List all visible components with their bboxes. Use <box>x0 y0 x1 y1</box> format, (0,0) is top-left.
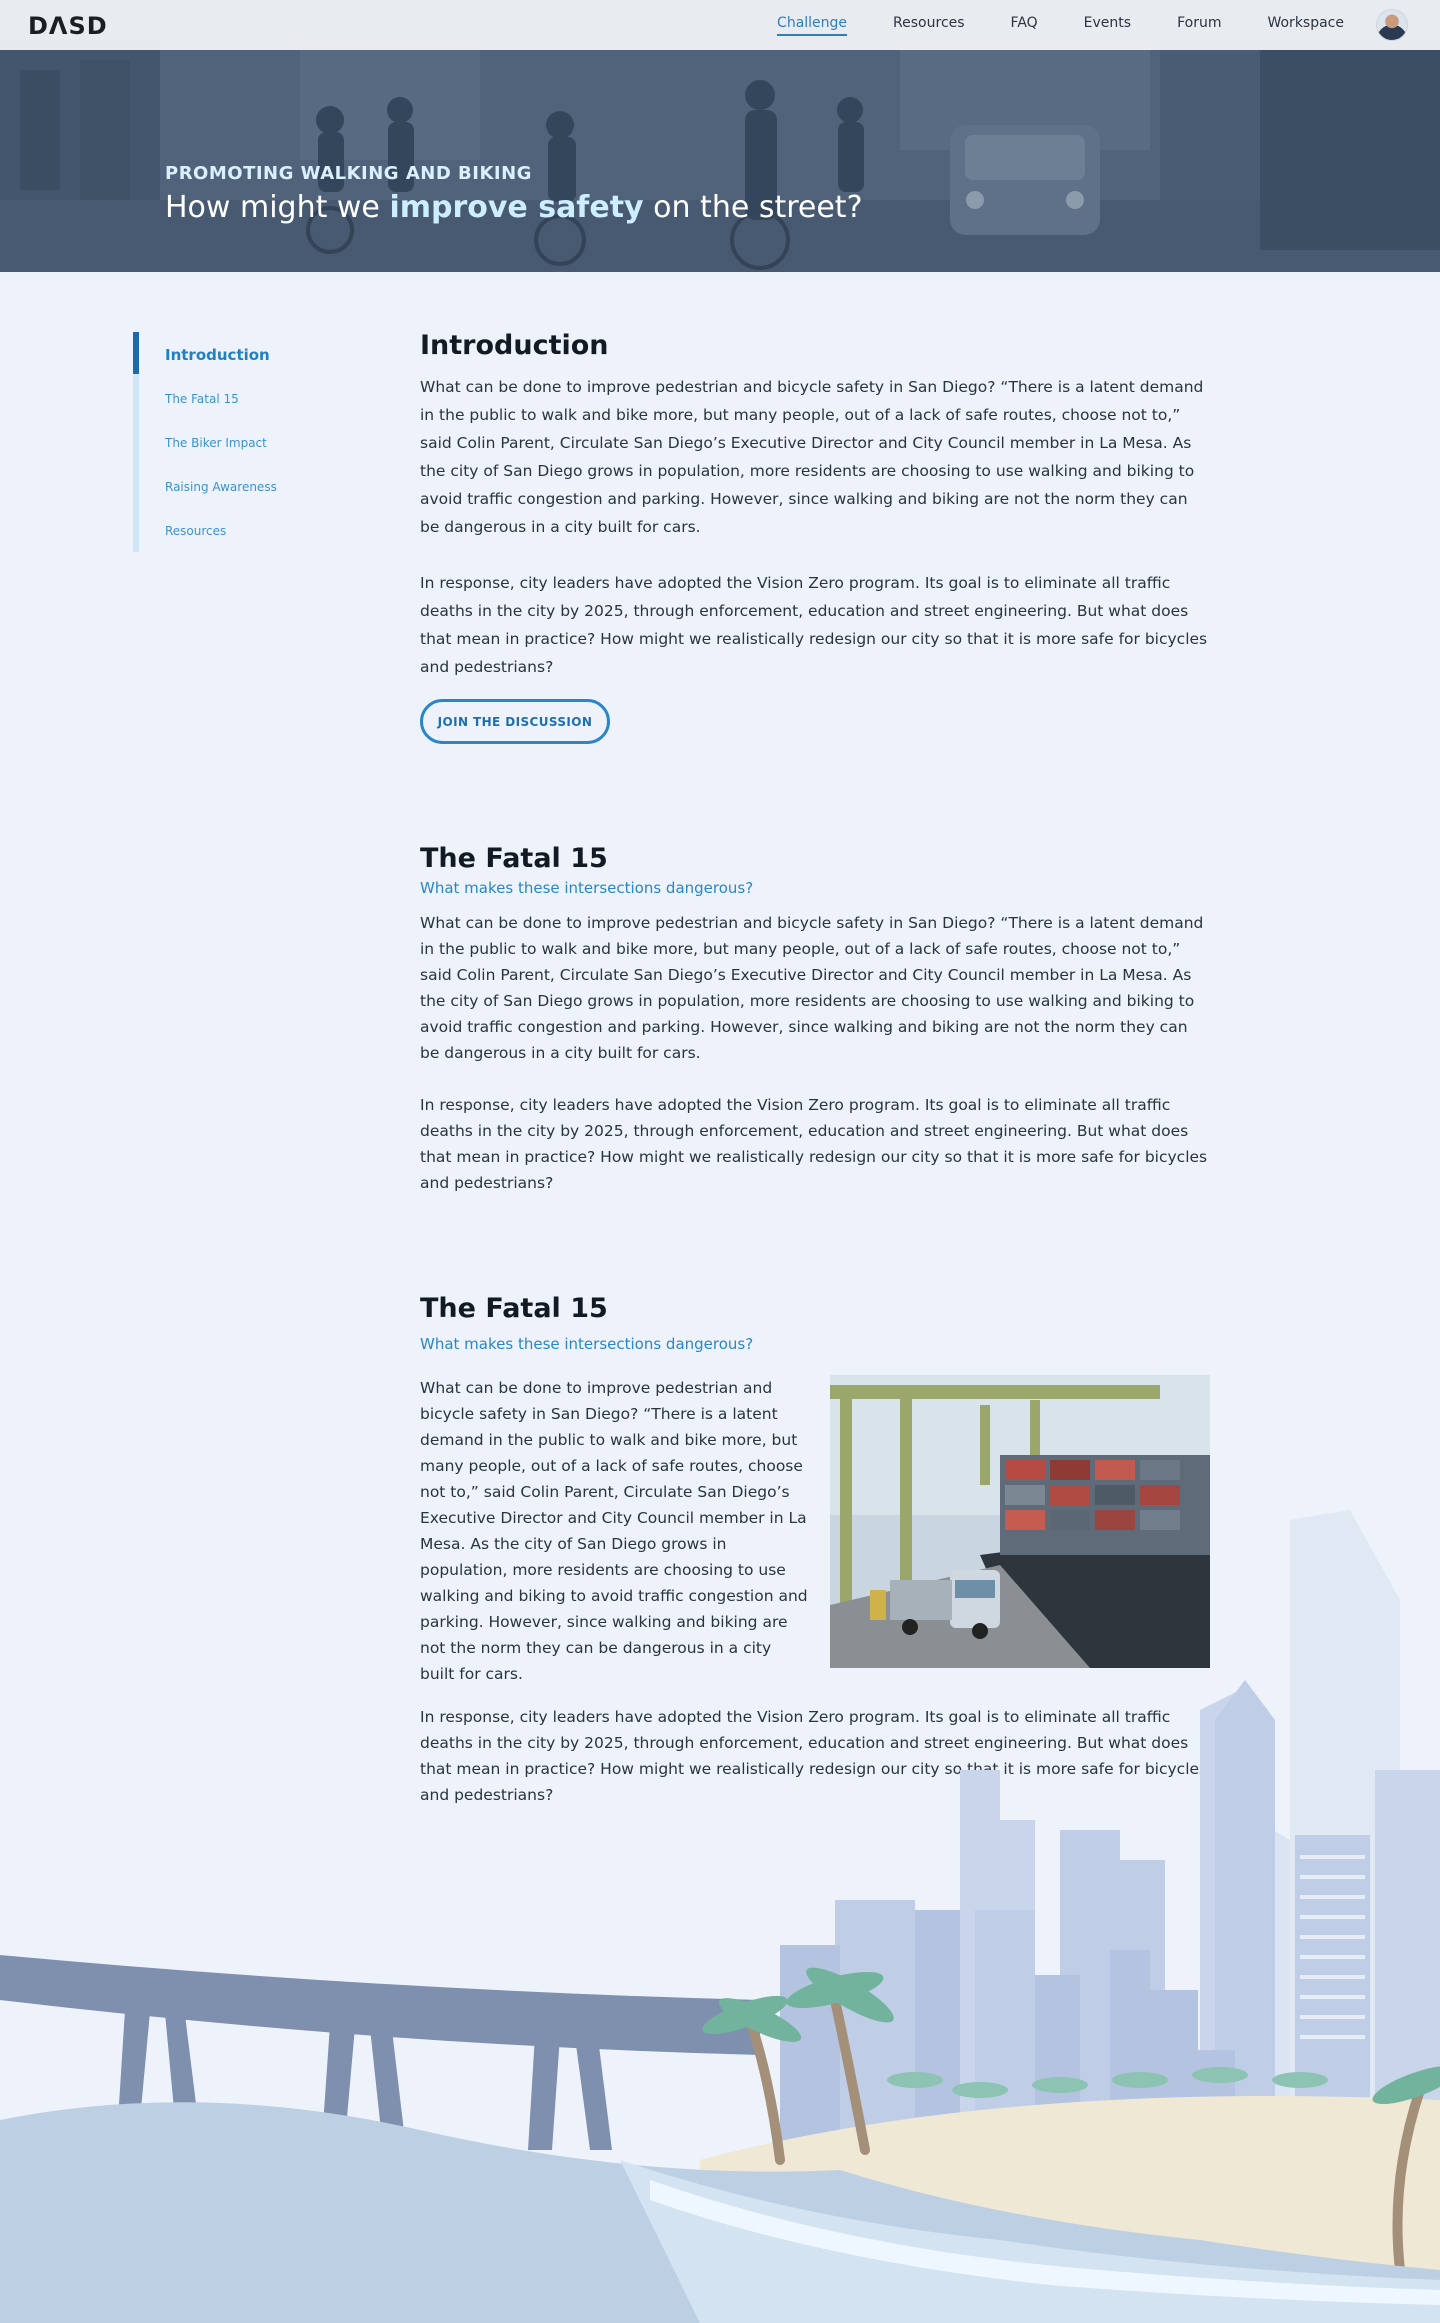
intro-paragraph-1: What can be done to improve pedestrian a… <box>420 378 1204 536</box>
sidebar-item-biker-impact[interactable]: The Biker Impact <box>165 436 267 450</box>
sidebar-item-resources[interactable]: Resources <box>165 524 226 538</box>
sidebar-item-introduction[interactable]: Introduction <box>165 346 270 364</box>
nav-links: Challenge Resources FAQ Events Forum Wor… <box>777 0 1344 50</box>
nav-link-workspace[interactable]: Workspace <box>1267 15 1344 35</box>
section-sidebar: Introduction The Fatal 15 The Biker Impa… <box>133 332 333 552</box>
hero-title: How might we improve safety on the stree… <box>165 190 863 225</box>
fatal15-heading: The Fatal 15 <box>420 843 608 874</box>
user-avatar[interactable] <box>1376 9 1408 41</box>
nav-link-forum[interactable]: Forum <box>1177 15 1221 35</box>
intro-heading: Introduction <box>420 330 609 361</box>
hero-eyebrow: PROMOTING WALKING AND BIKING <box>165 163 532 184</box>
san-diego-skyline-illustration <box>0 1510 1440 2323</box>
fatal15-paragraph-1: What can be done to improve pedestrian a… <box>420 914 1204 1062</box>
fatal15-heading-2: The Fatal 15 <box>420 1293 608 1324</box>
join-discussion-button[interactable]: JOIN THE DISCUSSION <box>420 699 610 744</box>
intro-paragraph-2: In response, city leaders have adopted t… <box>420 574 1208 676</box>
sidebar-item-fatal-15[interactable]: The Fatal 15 <box>165 392 239 406</box>
fatal15-subheading-2: What makes these intersections dangerous… <box>420 1335 754 1353</box>
site-logo[interactable]: DΛSD <box>28 12 108 40</box>
page: PROMOTING WALKING AND BIKING How might w… <box>0 0 1440 2323</box>
nav-link-resources[interactable]: Resources <box>893 15 965 35</box>
hero-title-after: on the street? <box>643 190 863 225</box>
nav-link-events[interactable]: Events <box>1084 15 1131 35</box>
fatal15-subheading: What makes these intersections dangerous… <box>420 879 754 897</box>
sidebar-item-raising-awareness[interactable]: Raising Awareness <box>165 480 277 494</box>
nav-link-challenge[interactable]: Challenge <box>777 15 848 36</box>
sidebar-active-indicator <box>133 332 139 374</box>
top-nav: DΛSD Challenge Resources FAQ Events Foru… <box>0 0 1440 50</box>
nav-link-faq[interactable]: FAQ <box>1011 15 1038 35</box>
fatal15-paragraph-2: In response, city leaders have adopted t… <box>420 1096 1208 1192</box>
hero-title-highlight: improve safety <box>389 190 644 225</box>
hero-title-before: How might we <box>165 190 390 225</box>
